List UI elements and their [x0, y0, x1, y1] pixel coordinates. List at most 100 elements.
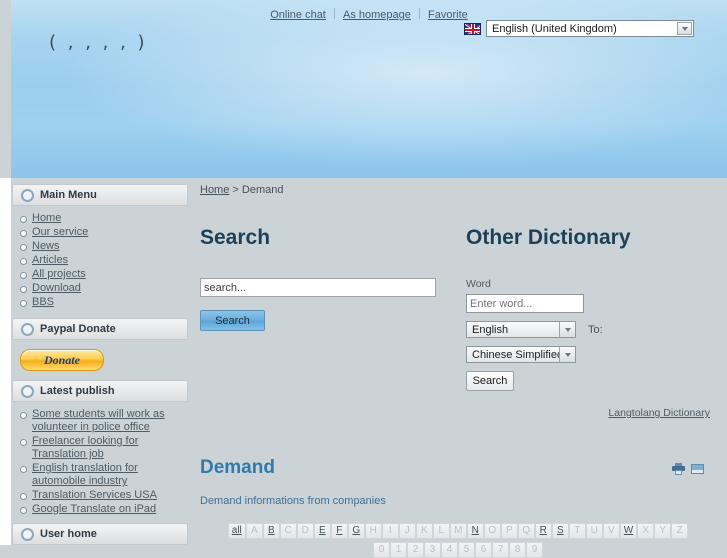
sidebar-section-title: Paypal Donate: [40, 323, 116, 335]
latest-publish-link[interactable]: English translation for automobile indus…: [32, 462, 138, 487]
pager-letter-m: M: [449, 523, 467, 539]
list-item[interactable]: Google Translate on iPad: [18, 503, 188, 516]
sidebar-section-user-home: User home: [12, 523, 188, 545]
chevron-down-icon[interactable]: [677, 22, 692, 35]
pager-letter-p: P: [500, 523, 518, 539]
favorite-link[interactable]: Favorite: [428, 9, 468, 21]
search-button[interactable]: Search: [200, 310, 265, 331]
page-tools: [672, 463, 704, 475]
sidebar-item-download[interactable]: Download: [18, 282, 188, 295]
search-heading: Search: [200, 226, 271, 249]
pager-letter-g[interactable]: G: [347, 523, 365, 539]
list-item[interactable]: Some students will work as volunteer in …: [18, 408, 188, 434]
latest-publish-link[interactable]: Some students will work as volunteer in …: [32, 408, 165, 433]
pager-letter-f[interactable]: F: [330, 523, 348, 539]
dictionary-credit: Langtolang Dictionary: [466, 407, 716, 419]
list-item[interactable]: Freelancer looking for Translation job: [18, 435, 188, 461]
pager-letter-h: H: [364, 523, 382, 539]
sidebar-section-latest-publish: Latest publish: [12, 380, 188, 402]
pager-letter-n[interactable]: N: [466, 523, 484, 539]
mail-icon[interactable]: [691, 463, 704, 475]
sidebar-section-title: Main Menu: [40, 189, 97, 201]
bullet-ring-icon: [21, 527, 34, 541]
donate-body: Donate: [12, 340, 188, 380]
pager-letter-r[interactable]: R: [534, 523, 552, 539]
pager-letter-v: V: [602, 523, 620, 539]
language-select-value: English (United Kingdom): [492, 22, 617, 35]
online-chat-link[interactable]: Online chat: [270, 9, 326, 21]
breadcrumb-home-link[interactable]: Home: [200, 184, 229, 196]
pager-letter-t: T: [568, 523, 586, 539]
left-margin-strip: [0, 178, 11, 545]
main-menu-link[interactable]: BBS: [32, 296, 54, 308]
pager-letter-s[interactable]: S: [551, 523, 569, 539]
pager-all[interactable]: all: [227, 523, 246, 539]
pager-digit-1: 1: [390, 542, 407, 558]
pager-letter-d: D: [296, 523, 314, 539]
to-language-select[interactable]: Chinese Simplified: [466, 346, 576, 363]
main-menu-link[interactable]: Our service: [32, 226, 88, 238]
print-icon[interactable]: [672, 463, 685, 475]
list-item[interactable]: English translation for automobile indus…: [18, 462, 188, 488]
pager-digit-9: 9: [526, 542, 543, 558]
sidebar-item-home[interactable]: Home: [18, 212, 188, 225]
bullet-ring-icon: [21, 322, 34, 336]
bullet-ring-icon: [21, 188, 34, 202]
chevron-down-icon[interactable]: [559, 322, 575, 337]
bullet-ring-icon: [21, 384, 34, 398]
sidebar-item-all-projects[interactable]: All projects: [18, 268, 188, 281]
pager-digit-5: 5: [458, 542, 475, 558]
sidebar-item-bbs[interactable]: BBS: [18, 296, 188, 309]
language-selector[interactable]: English (United Kingdom): [464, 20, 694, 37]
breadcrumb: Home > Demand: [200, 184, 716, 196]
pager-letter-q: Q: [517, 523, 535, 539]
latest-publish-link[interactable]: Freelancer looking for Translation job: [32, 435, 138, 460]
breadcrumb-current: Demand: [241, 184, 284, 196]
pager-letter-e[interactable]: E: [313, 523, 331, 539]
language-select-box[interactable]: English (United Kingdom): [486, 20, 694, 37]
main-menu-link[interactable]: News: [32, 240, 60, 252]
site-logo[interactable]: ( , , , , ): [49, 32, 148, 53]
main-menu-link[interactable]: Articles: [32, 254, 68, 266]
pager-letter-z: Z: [671, 523, 689, 539]
sidebar-item-our-service[interactable]: Our service: [18, 226, 188, 239]
as-homepage-link[interactable]: As homepage: [343, 9, 411, 21]
latest-publish-link[interactable]: Google Translate on iPad: [32, 503, 156, 515]
paypal-donate-button[interactable]: Donate: [20, 349, 104, 371]
to-language-row: Chinese Simplified: [466, 346, 716, 363]
main-menu-link[interactable]: Download: [32, 282, 81, 294]
main-menu-link[interactable]: Home: [32, 212, 61, 224]
pager-digit-8: 8: [509, 542, 526, 558]
list-item[interactable]: Translation Services USA: [18, 489, 188, 502]
divider: [418, 8, 420, 19]
latest-publish-link[interactable]: Translation Services USA: [32, 489, 157, 501]
dictionary-search-button[interactable]: Search: [466, 371, 514, 391]
pager-letter-o: O: [483, 523, 501, 539]
pager-letter-row: all A B C D E F G H I J K L M N O P Q R S T U V W X Y Z: [200, 523, 716, 539]
chevron-down-icon[interactable]: [559, 347, 575, 362]
sidebar: Main Menu Home Our service News Articles…: [12, 184, 188, 545]
from-language-select[interactable]: English: [466, 321, 576, 338]
uk-flag-icon: [464, 22, 481, 35]
main-menu-link[interactable]: All projects: [32, 268, 86, 280]
demand-section: Demand Demand informations from companie…: [200, 457, 716, 558]
sidebar-item-news[interactable]: News: [18, 240, 188, 253]
dictionary-panel: Other Dictionary Word English To: Chines…: [466, 226, 716, 419]
word-label: Word: [466, 278, 491, 290]
word-input[interactable]: [466, 294, 584, 313]
from-language-value: English: [472, 323, 509, 336]
dictionary-heading: Other Dictionary: [466, 226, 631, 249]
sidebar-section-title: User home: [40, 528, 97, 540]
demand-subtitle: Demand informations from companies: [200, 495, 386, 507]
pager-letter-w[interactable]: W: [619, 523, 638, 539]
pager-letter-c: C: [279, 523, 297, 539]
from-language-row: English To:: [466, 321, 716, 338]
search-panel: Search Search: [200, 226, 466, 419]
langtolang-dictionary-link[interactable]: Langtolang Dictionary: [608, 407, 710, 419]
pager-letter-b[interactable]: B: [262, 523, 280, 539]
body-wrapper: Main Menu Home Our service News Articles…: [0, 178, 727, 558]
sidebar-item-articles[interactable]: Articles: [18, 254, 188, 267]
page-root: Online chat As homepage Favorite ( , , ,…: [0, 0, 727, 558]
pager-digit-6: 6: [475, 542, 492, 558]
search-input[interactable]: [200, 278, 436, 297]
